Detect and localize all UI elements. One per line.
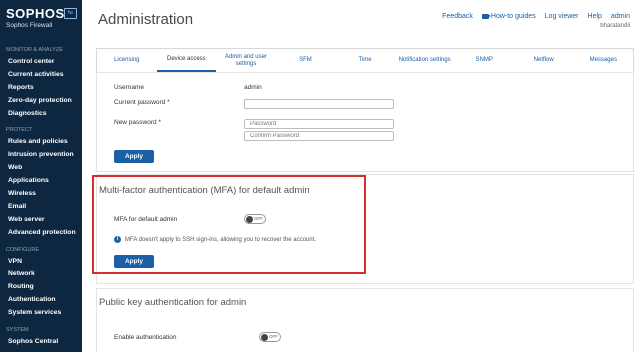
brand-subtitle: Sophos Firewall xyxy=(6,22,53,29)
tab-bar: Licensing Device access Admin and user set… xyxy=(96,48,634,72)
tab-snmp[interactable]: SNMP xyxy=(454,49,514,72)
sidebar-item-routing[interactable]: Routing xyxy=(0,281,82,294)
sidebar-item-advanced-protection[interactable]: Advanced protection xyxy=(0,227,82,240)
password-panel: Username admin Current password * New pa… xyxy=(96,72,634,172)
sidebar-item-authentication[interactable]: Authentication xyxy=(0,294,82,307)
tab-messages[interactable]: Messages xyxy=(574,49,634,72)
howto-guides-label: How-to guides xyxy=(490,13,536,20)
tab-notification-settings[interactable]: Notification settings xyxy=(395,49,455,72)
sidebar-item-zero-day-protection[interactable]: Zero-day protection xyxy=(0,95,82,108)
sidebar-item-web-server[interactable]: Web server xyxy=(0,214,82,227)
user-subtitle: bharatandli xyxy=(600,23,630,29)
current-password-label: Current password * xyxy=(114,99,170,106)
feedback-link[interactable]: Feedback xyxy=(442,13,473,20)
top-links: Feedback How-to guides Log viewer Help a… xyxy=(442,13,630,20)
sidebar-item-sophos-central[interactable]: Sophos Central xyxy=(0,336,82,349)
sidebar-item-diagnostics[interactable]: Diagnostics xyxy=(0,108,82,121)
mfa-highlight-box xyxy=(92,175,366,274)
sidebar-item-web[interactable]: Web xyxy=(0,162,82,175)
sophos-logo: SOPHOS fw Sophos Firewall xyxy=(0,0,82,40)
log-viewer-link[interactable]: Log viewer xyxy=(545,13,579,20)
nav-section-title: CONFIGURE xyxy=(6,246,39,253)
sidebar-item-wireless[interactable]: Wireless xyxy=(0,188,82,201)
confirm-password-input[interactable] xyxy=(244,131,394,141)
pubkey-panel: Public key authentication for admin Enab… xyxy=(96,288,634,352)
sidebar-item-rules-and-policies[interactable]: Rules and policies xyxy=(0,136,82,149)
new-password-label: New password * xyxy=(114,119,161,126)
sidebar-nav: MONITOR & ANALYZE Control center Current a… xyxy=(0,47,82,349)
sidebar-item-email[interactable]: Email xyxy=(0,201,82,214)
username-label: Username xyxy=(114,84,144,91)
tab-netflow[interactable]: Netflow xyxy=(514,49,574,72)
password-apply-button[interactable]: Apply xyxy=(114,150,154,163)
sidebar: SOPHOS fw Sophos Firewall MONITOR & ANAL… xyxy=(0,0,82,352)
sidebar-item-network[interactable]: Network xyxy=(0,268,82,281)
tab-time[interactable]: Time xyxy=(335,49,395,72)
user-menu[interactable]: admin xyxy=(611,13,630,20)
sidebar-item-current-activities[interactable]: Current activities xyxy=(0,69,82,82)
username-value: admin xyxy=(244,84,262,91)
sidebar-item-control-center[interactable]: Control center xyxy=(0,56,82,69)
pubkey-toggle-state: OFF xyxy=(269,334,278,339)
help-link[interactable]: Help xyxy=(588,13,602,20)
sidebar-item-applications[interactable]: Applications xyxy=(0,175,82,188)
nav-section-title: PROTECT xyxy=(6,127,33,134)
new-password-input[interactable] xyxy=(244,119,394,129)
video-camera-icon xyxy=(481,14,491,19)
sidebar-item-reports[interactable]: Reports xyxy=(0,82,82,95)
pubkey-toggle[interactable]: OFF xyxy=(259,332,281,342)
pubkey-toggle-label: Enable authentication xyxy=(114,334,177,341)
toggle-knob-icon xyxy=(261,334,268,341)
nav-section-title: MONITOR & ANALYZE xyxy=(6,47,63,53)
sidebar-item-vpn[interactable]: VPN xyxy=(0,256,82,269)
sidebar-item-system-services[interactable]: System services xyxy=(0,307,82,320)
pubkey-section-title: Public key authentication for admin xyxy=(99,297,247,308)
tab-device-access[interactable]: Device access xyxy=(156,49,217,72)
nav-section-title: SYSTEM xyxy=(6,327,29,334)
tab-sfm[interactable]: SFM xyxy=(276,49,336,72)
page-title: Administration xyxy=(98,11,194,28)
firewall-badge-icon: fw xyxy=(64,8,77,19)
howto-guides-link[interactable]: How-to guides xyxy=(481,13,536,20)
sidebar-item-intrusion-prevention[interactable]: Intrusion prevention xyxy=(0,149,82,162)
tab-admin-and-user-settings[interactable]: Admin and user settings xyxy=(216,49,276,72)
current-password-input[interactable] xyxy=(244,99,394,109)
tab-licensing[interactable]: Licensing xyxy=(97,49,157,72)
